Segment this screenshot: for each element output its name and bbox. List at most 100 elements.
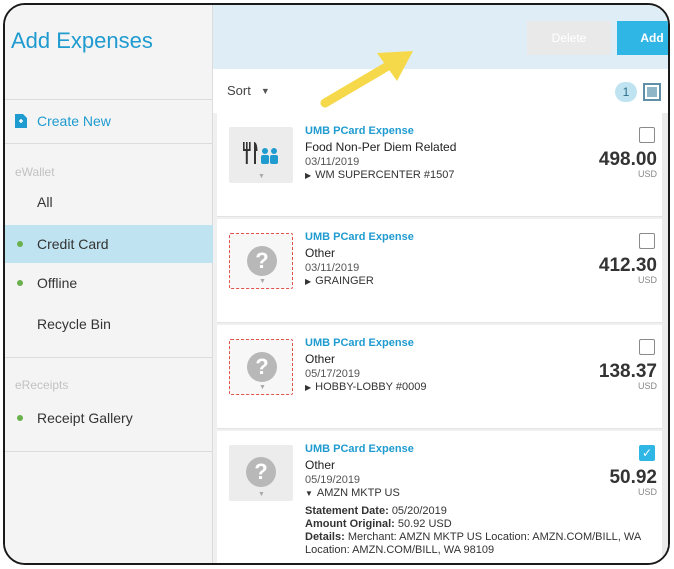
details-value: Merchant: AMZN MKTP US Location: AMZN.CO… (305, 531, 641, 556)
merchant-name: WM SUPERCENTER #1507 (315, 169, 455, 181)
toolbar: Delete Add (213, 5, 668, 69)
status-dot (17, 241, 23, 247)
question-icon: ? (246, 457, 276, 487)
divider (5, 451, 213, 452)
amount-original-row: Amount Original: 50.92 USD (305, 518, 665, 531)
expense-type: UMB PCard Expense (305, 337, 414, 349)
caret-right-icon: ▶ (305, 171, 312, 180)
expense-currency: USD (637, 381, 657, 391)
annotation-arrow-icon (320, 51, 413, 108)
sort-label: Sort (227, 83, 251, 98)
statement-date-value: 05/20/2019 (391, 505, 447, 517)
sidebar-item-recycle-bin[interactable]: Recycle Bin (5, 305, 213, 343)
create-new-link[interactable]: Create New (15, 111, 111, 131)
section-ewallet: eWallet (15, 165, 55, 179)
merchant-name: GRAINGER (315, 275, 374, 287)
expense-type: UMB PCard Expense (305, 443, 414, 455)
chevron-down-icon: ▼ (259, 384, 266, 391)
chevron-down-icon: ▼ (258, 173, 265, 180)
add-button[interactable]: Add (617, 21, 668, 55)
sidebar-item-label: Offline (37, 275, 78, 291)
expense-card[interactable]: ? ▼ UMB PCard Expense Other 05/17/2019 ▶… (217, 325, 668, 429)
expense-card[interactable]: ? ▼ UMB PCard Expense Other 03/11/2019 ▶… (217, 219, 668, 323)
expense-amount: 412.30 (598, 255, 657, 276)
caret-right-icon: ▶ (305, 277, 312, 286)
expense-category: Other (305, 458, 336, 472)
expense-list: ▼ UMB PCard Expense Food Non-Per Diem Re… (213, 113, 668, 563)
amount-original-label: Amount Original: (305, 518, 395, 530)
expense-checkbox[interactable] (639, 233, 655, 249)
sidebar-item-label: Credit Card (37, 236, 109, 252)
caret-right-icon: ▶ (305, 383, 312, 392)
expense-date: 05/19/2019 (305, 474, 361, 486)
expense-checkbox[interactable]: ✓ (639, 445, 655, 461)
sidebar: Add Expenses Create New eWallet All Cred… (5, 5, 213, 563)
merchant-name: HOBBY-LOBBY #0009 (315, 381, 427, 393)
statement-date-label: Statement Date: (305, 505, 389, 517)
checkmark-icon: ✓ (641, 446, 653, 460)
receipt-thumbnail[interactable]: ? ▼ (229, 233, 293, 289)
expense-type: UMB PCard Expense (305, 231, 414, 243)
question-icon: ? (247, 246, 277, 276)
merchant-name: AMZN MKTP US (316, 487, 400, 499)
caret-down-icon: ▼ (260, 85, 270, 96)
sort-dropdown[interactable]: Sort ▼ (227, 83, 270, 98)
sort-bar: Sort ▼ 1 (213, 69, 668, 113)
details-label: Details: (305, 531, 345, 543)
expense-category: Other (305, 246, 336, 260)
expense-card[interactable]: ▼ UMB PCard Expense Food Non-Per Diem Re… (217, 113, 668, 217)
merchant-toggle[interactable]: ▶ WM SUPERCENTER #1507 (305, 169, 455, 181)
question-icon: ? (247, 352, 277, 382)
expense-amount: 498.00 (598, 149, 657, 170)
expense-date: 03/11/2019 (305, 156, 360, 168)
expense-type: UMB PCard Expense (305, 125, 414, 137)
sidebar-item-label: All (37, 194, 53, 210)
merchant-toggle[interactable]: ▼ AMZN MKTP US (305, 487, 400, 499)
sidebar-item-credit-card[interactable]: Credit Card (5, 225, 213, 263)
expense-currency: USD (637, 487, 657, 497)
sidebar-item-label: Receipt Gallery (37, 410, 133, 426)
status-dot (17, 280, 23, 286)
sidebar-item-offline[interactable]: Offline (5, 264, 213, 302)
divider (5, 357, 213, 358)
sidebar-item-label: Recycle Bin (37, 316, 111, 332)
page-title: Add Expenses (11, 28, 153, 53)
merchant-toggle[interactable]: ▶ HOBBY-LOBBY #0009 (305, 381, 426, 393)
expense-card[interactable]: ? ▼ UMB PCard Expense Other 05/19/2019 ▼… (217, 431, 668, 563)
sidebar-item-receipt-gallery[interactable]: Receipt Gallery (5, 399, 213, 437)
amount-original-value: 50.92 USD (397, 518, 452, 530)
expense-amount: 138.37 (598, 361, 657, 382)
expense-checkbox[interactable] (639, 339, 655, 355)
expense-amount: 50.92 (609, 467, 657, 488)
receipt-thumbnail[interactable]: ? ▼ (229, 445, 293, 501)
receipt-thumbnail[interactable]: ? ▼ (229, 339, 293, 395)
expense-category: Other (305, 352, 336, 366)
expense-checkbox[interactable] (639, 127, 655, 143)
chevron-down-icon: ▼ (258, 491, 265, 498)
app-window: Add Expenses Create New eWallet All Cred… (3, 3, 670, 565)
expense-category: Food Non-Per Diem Related (305, 140, 457, 154)
status-dot (17, 415, 23, 421)
expense-currency: USD (637, 275, 657, 285)
details-row: Details: Merchant: AMZN MKTP US Location… (305, 531, 665, 557)
expense-date: 05/17/2019 (305, 368, 361, 380)
food-icon (243, 142, 278, 164)
divider (5, 143, 213, 144)
statement-date-row: Statement Date: 05/20/2019 (305, 505, 665, 518)
merchant-toggle[interactable]: ▶ GRAINGER (305, 275, 374, 287)
sidebar-item-all[interactable]: All (5, 183, 213, 221)
expense-currency: USD (637, 169, 657, 179)
caret-down-icon: ▼ (305, 489, 313, 498)
chevron-down-icon: ▼ (259, 278, 266, 285)
create-new-label: Create New (37, 113, 111, 129)
expense-date: 03/11/2019 (305, 262, 360, 274)
selected-count-badge: 1 (615, 82, 637, 102)
transaction-details: Statement Date: 05/20/2019 Amount Origin… (305, 505, 665, 557)
section-ereceipts: eReceipts (15, 378, 69, 392)
select-all-checkbox[interactable] (643, 83, 661, 101)
divider (5, 99, 213, 100)
new-document-icon (15, 114, 27, 128)
receipt-thumbnail[interactable]: ▼ (229, 127, 293, 183)
scrollbar[interactable] (662, 113, 668, 563)
delete-button[interactable]: Delete (527, 21, 611, 55)
